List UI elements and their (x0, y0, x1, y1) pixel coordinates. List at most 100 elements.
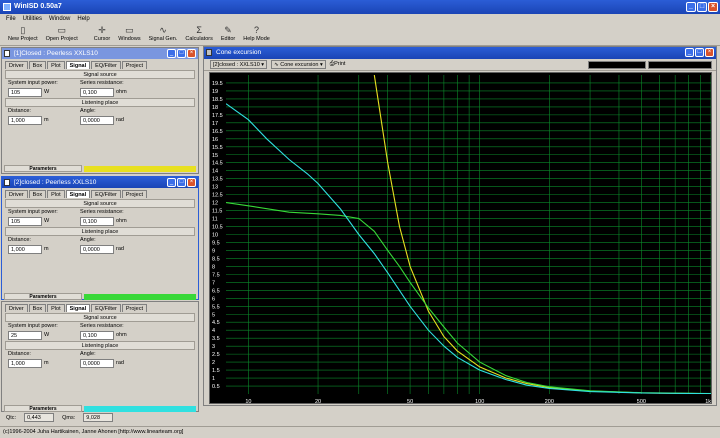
unit-m: m (44, 360, 49, 366)
distance-input[interactable]: 1,000 (8, 115, 42, 125)
y-tick-label: 19 (212, 89, 218, 95)
tab-box[interactable]: Box (28, 304, 47, 312)
tab-driver[interactable]: Driver (5, 190, 28, 198)
menu-help[interactable]: Help (77, 14, 89, 24)
tab-signal[interactable]: Signal (65, 304, 91, 312)
y-tick-label: 18 (212, 105, 218, 111)
angle-input[interactable]: 0,0000 (80, 115, 114, 125)
distance-input[interactable]: 1,000 (8, 244, 42, 254)
tab-driver[interactable]: Driver (5, 61, 28, 69)
resistance-input[interactable]: 0,100 (80, 216, 114, 226)
y-tick-label: 11.5 (212, 209, 222, 215)
new-project-button[interactable]: ▯ New Project (4, 24, 42, 45)
tab-eq-filter[interactable]: EQ/Filter (91, 304, 121, 312)
chart-title-bar[interactable]: Cone excursion _ □ × (204, 47, 716, 59)
x-tick-label: 200 (545, 399, 554, 404)
y-tick-label: 5 (212, 312, 215, 318)
tab-plot[interactable]: Plot (47, 61, 65, 69)
power-input[interactable]: 105 (8, 87, 42, 97)
menu-utilities[interactable]: Utilities (23, 14, 42, 24)
calc-icon: Σ (196, 25, 202, 35)
power-input[interactable]: 25 (8, 330, 42, 340)
minimize-button[interactable]: _ (167, 49, 176, 58)
tab-driver[interactable]: Driver (5, 304, 28, 312)
panel-title-bar[interactable]: [1]Closed : Peerless XXLS10 _ □ × (2, 48, 198, 59)
tab-plot[interactable]: Plot (47, 190, 65, 198)
maximize-button[interactable]: □ (177, 178, 186, 187)
parameters-tab[interactable]: Parameters (4, 405, 82, 412)
tab-eq-filter[interactable]: EQ/Filter (91, 61, 121, 69)
tab-box[interactable]: Box (28, 61, 47, 69)
distance-label: Distance: (8, 237, 31, 243)
chart-window-icon (206, 49, 212, 56)
distance-label: Distance: (8, 351, 31, 357)
series-line-3 (226, 103, 711, 394)
tab-project[interactable]: Project (121, 304, 147, 312)
parameters-tab[interactable]: Parameters (4, 293, 82, 300)
minimize-button[interactable]: _ (686, 2, 696, 12)
tab-project[interactable]: Project (121, 61, 147, 69)
help-mode-button[interactable]: ? Help Mode (239, 24, 274, 45)
x-tick-label: 100 (475, 399, 484, 404)
editor-button[interactable]: ✎ Editor (217, 24, 239, 45)
minimize-button[interactable]: _ (167, 178, 176, 187)
y-tick-label: 12.5 (212, 193, 223, 199)
tab-signal[interactable]: Signal (65, 61, 91, 69)
x-tick-label: 20 (315, 399, 321, 404)
section-listening-place: Listening place (5, 341, 195, 350)
power-label: System input power: (8, 209, 58, 215)
y-tick-label: 2.5 (212, 352, 220, 358)
resistance-input[interactable]: 0,100 (80, 87, 114, 97)
status-bar: (c)1996-2004 Juha Hartikainen, Janne Aho… (0, 426, 720, 437)
y-tick-label: 18.5 (212, 97, 223, 103)
angle-input[interactable]: 0,0000 (80, 244, 114, 254)
power-label: System input power: (8, 80, 58, 86)
cursor-button[interactable]: ✛ Cursor (90, 24, 115, 45)
open-project-button[interactable]: ▭ Open Project (42, 24, 82, 45)
tab-eq-filter[interactable]: EQ/Filter (91, 190, 121, 198)
plot-type-select[interactable]: ∿ Cone excursion ▾ (271, 60, 326, 69)
tab-plot[interactable]: Plot (47, 304, 65, 312)
power-input[interactable]: 105 (8, 216, 42, 226)
unit-w: W (44, 218, 50, 224)
minimize-button[interactable]: _ (685, 48, 694, 57)
cursor-readout-2 (648, 61, 712, 69)
unit-w: W (44, 89, 50, 95)
close-button[interactable]: × (187, 49, 196, 58)
cursor-readout-1 (588, 61, 646, 69)
close-button[interactable]: × (187, 178, 196, 187)
distance-input[interactable]: 1,000 (8, 358, 42, 368)
tab-project[interactable]: Project (121, 190, 147, 198)
calculators-button[interactable]: Σ Calculators (181, 24, 217, 45)
app-title: WinISD 0.50a7 (14, 3, 62, 10)
maximize-button[interactable]: □ (697, 2, 707, 12)
resistance-label: Series resistance: (80, 323, 124, 329)
print-button[interactable]: ⎙Print (330, 61, 346, 68)
maximize-button[interactable]: □ (695, 48, 704, 57)
unit-rad: rad (116, 360, 124, 366)
y-tick-label: 2 (212, 360, 215, 366)
y-tick-label: 8 (212, 264, 215, 270)
y-tick-label: 14.5 (212, 161, 223, 167)
x-tick-label: 1k (705, 399, 711, 404)
project-select[interactable]: [2]closed : XXLS10 ▾ (210, 60, 268, 69)
tab-box[interactable]: Box (28, 190, 47, 198)
menu-file[interactable]: File (6, 14, 16, 24)
document-icon (4, 179, 10, 186)
close-button[interactable]: × (705, 48, 714, 57)
menu-window[interactable]: Window (49, 14, 70, 24)
windows-button[interactable]: ▭ Windows (114, 24, 144, 45)
excursion-plot[interactable]: 0.511.522.533.544.555.566.577.588.599.51… (209, 72, 712, 404)
angle-input[interactable]: 0,0000 (80, 358, 114, 368)
tab-signal[interactable]: Signal (65, 190, 91, 198)
signal-gen-button[interactable]: ∿ Signal Gen. (145, 24, 182, 45)
resistance-input[interactable]: 0,100 (80, 330, 114, 340)
panel-title-bar[interactable]: [2]closed : Peerless XXLS10 _ □ × (2, 177, 198, 188)
y-tick-label: 14 (212, 169, 218, 175)
y-tick-label: 10 (212, 233, 218, 239)
project-panel-2: [2]closed : Peerless XXLS10 _ □ × Driver B… (1, 176, 199, 300)
maximize-button[interactable]: □ (177, 49, 186, 58)
close-button[interactable]: × (708, 2, 718, 12)
parameters-tab[interactable]: Parameters (4, 165, 82, 172)
y-tick-label: 6 (212, 296, 215, 302)
